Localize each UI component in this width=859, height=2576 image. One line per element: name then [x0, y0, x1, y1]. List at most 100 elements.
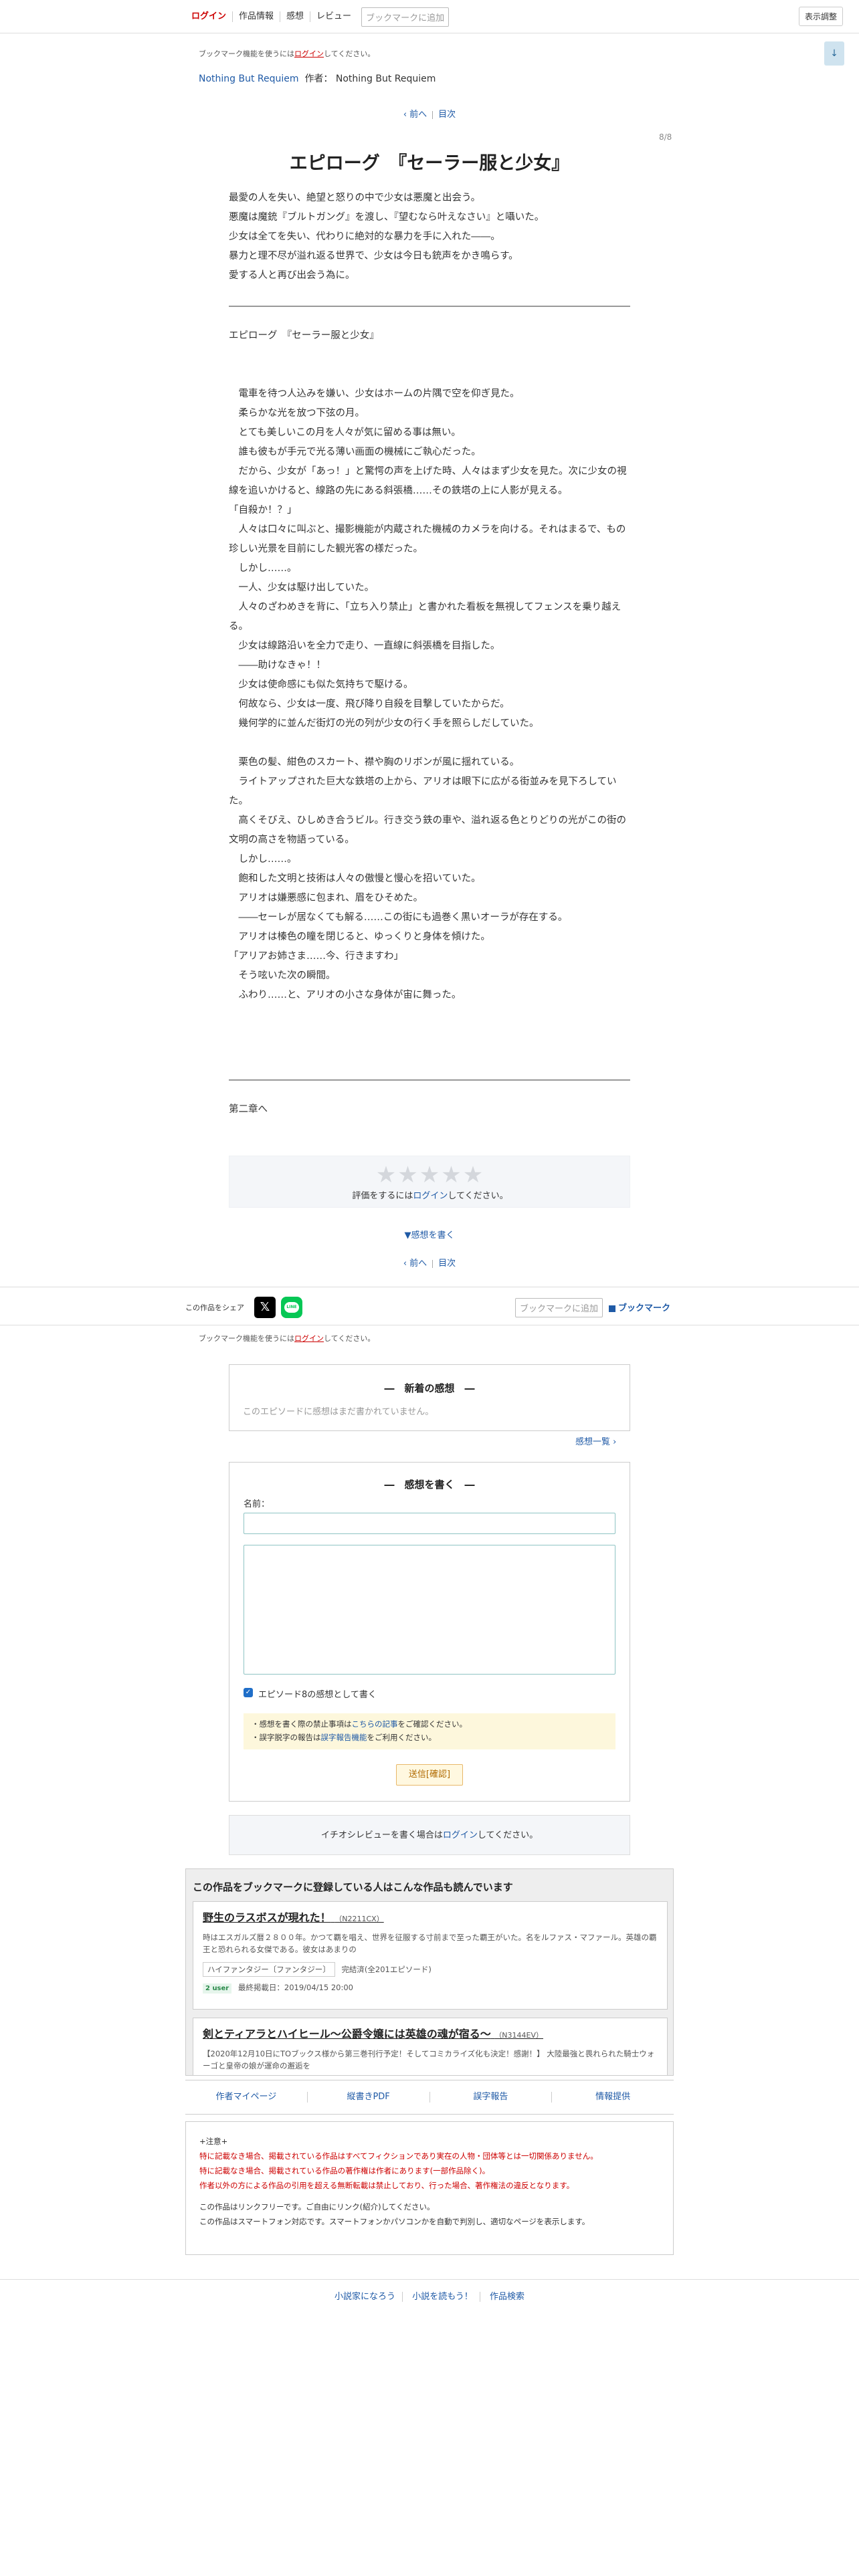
author-name: Nothing But Requiem	[335, 74, 436, 84]
series-title-link[interactable]: Nothing But Requiem	[199, 74, 299, 84]
body-line: アリオは嫌悪感に包まれ、眉をひそめた。	[229, 893, 423, 903]
body-line: 「アリアお姉さま……今、行きますわ」	[229, 951, 403, 962]
chapter-title: エピローグ 『セーラー服と少女』	[289, 153, 570, 174]
share-label: この作品をシェア	[185, 1303, 244, 1312]
preface-line: 少女は全てを失い、代わりに絶対的な暴力を手に入れた――。	[229, 231, 500, 242]
search-link[interactable]: 作品検索	[483, 2292, 531, 2302]
review-login-link[interactable]: ログイン	[443, 1830, 478, 1840]
recommendation-code: （N3144EV）	[494, 2031, 544, 2040]
impressions-list-link[interactable]: 感想一覧 ›	[575, 1434, 616, 1447]
rating-stars[interactable]: ★★★★★	[229, 1162, 631, 1188]
submit-button[interactable]: 送信[確認]	[396, 1764, 463, 1786]
legal-red-line: 特に記載なき場合、掲載されている作品の著作権は作者にあります(一部作品除く)。	[199, 2166, 490, 2175]
vertical-pdf-link[interactable]: 縦書きPDF	[308, 2092, 430, 2103]
share-bar: この作品をシェア 𝕏 LINE ブックマークに追加 ブックマーク	[0, 1287, 859, 1325]
recommendation-title-text: 剣とティアラとハイヒール〜公爵令嬢には英雄の魂が宿る〜	[203, 2028, 491, 2040]
body-line: 「自殺か！？」	[229, 505, 297, 516]
recommendation-card[interactable]: 剣とティアラとハイヒール〜公爵令嬢には英雄の魂が宿る〜 （N3144EV） 【2…	[193, 2018, 668, 2075]
body-line: とても美しいこの月を人々が気に留める事は無い。	[229, 427, 461, 438]
bookmark-add-button[interactable]: ブックマークに追加	[515, 1298, 603, 1317]
info-provide-link[interactable]: 情報提供	[552, 2092, 674, 2103]
prev-link[interactable]: ‹ 前へ	[398, 110, 432, 120]
recommendation-title-text: 野生のラスボスが現れた！	[203, 1911, 331, 1924]
name-field[interactable]	[244, 1513, 615, 1534]
body-line: 柔らかな光を放つ下弦の月。	[229, 408, 365, 419]
bookmark-add-button[interactable]: ブックマークに追加	[361, 7, 450, 27]
recommendation-code: （N2211CX）	[335, 1915, 384, 1923]
next-chapter-link[interactable]: 第二章へ	[229, 1100, 630, 1119]
body-line: だから、少女が「あっ！」と驚愕の声を上げた時、人々はまず少女を見た。次に少女の視…	[229, 466, 627, 496]
login-note-link[interactable]: ログイン	[294, 49, 324, 58]
divider	[229, 306, 630, 307]
body-line: 少女は使命感にも似た気持ちで駆ける。	[229, 679, 413, 690]
toc-link[interactable]: 目次	[433, 110, 461, 120]
review-box: イチオシレビューを書く場合はログインしてください。	[229, 1815, 630, 1855]
pager-top: ‹ 前へ 目次	[0, 107, 859, 120]
preface: 最愛の人を失い、絶望と怒りの中で少女は悪魔と出会う。 悪魔は魔銃『ブルトガング』…	[229, 189, 630, 286]
display-settings-button[interactable]: 表示調整	[799, 7, 844, 26]
recommendation-desc: 【2020年12月10日にTOブックス様から第三巻刊行予定！そしてコミカライズ化…	[203, 2049, 655, 2070]
body-line: 電車を待つ人込みを嫌い、少女はホームの片隅で空を仰ぎ見た。	[229, 389, 520, 399]
notice-text: ・誤字脱字の報告は	[252, 1733, 321, 1742]
impression-textarea[interactable]	[244, 1545, 615, 1675]
rating-text-after: してください。	[448, 1191, 508, 1201]
login-note: ブックマーク機能を使うにはログインしてください。	[199, 48, 375, 59]
review-text: イチオシレビューを書く場合は	[320, 1830, 443, 1840]
notice-text: をご利用ください。	[367, 1733, 437, 1742]
bottom-links: 小説家になろう 小説を読もう！ 作品検索	[0, 2279, 859, 2302]
rating-message: 評価をするにはログインしてください。	[229, 1188, 631, 1201]
login-note-link[interactable]: ログイン	[294, 1334, 324, 1343]
preface-line: 悪魔は魔銃『ブルトガング』を渡し、『望むなら叶えなさい』と囁いた。	[229, 212, 545, 223]
author-label: 作者：	[304, 74, 333, 84]
arrow-down-icon[interactable]: ↓	[824, 41, 844, 66]
toc-link[interactable]: 目次	[433, 1259, 461, 1269]
recommendation-desc: 時はエスガルズ暦２８００年。かつて覇を唱え、世界を征服する寸前まで至った覇王がい…	[203, 1933, 657, 1954]
legal-line: この作品はリンクフリーです。ご自由にリンク(紹介)してください。	[199, 2202, 435, 2212]
body-line: ――助けなきゃ！！	[229, 660, 326, 671]
page-number: 8/8	[659, 132, 672, 142]
body-line: 幾何学的に並んだ街灯の光の列が少女の行く手を照らしだしていた。	[229, 718, 539, 729]
nav-reviews[interactable]: レビュー	[310, 11, 357, 22]
footer-nav: 作者マイページ 縦書きPDF 誤字報告 情報提供	[185, 2080, 674, 2115]
preface-line: 愛する人と再び出会う為に。	[229, 270, 355, 281]
recommendations: この作品をブックマークに登録している人はこんな作品も読んでいます 野生のラスボス…	[185, 1868, 674, 2076]
rating-login-link[interactable]: ログイン	[413, 1191, 448, 1201]
rating-box: ★★★★★ 評価をするにはログインしてください。	[229, 1156, 630, 1208]
recommendation-card[interactable]: 野生のラスボスが現れた！ （N2211CX） 時はエスガルズ暦２８００年。かつて…	[193, 1901, 668, 2010]
bookmark-button[interactable]: ブックマーク	[609, 1301, 670, 1313]
bookmark-icon	[609, 1305, 615, 1312]
recommendation-title[interactable]: 野生のラスボスが現れた！ （N2211CX）	[203, 1909, 658, 1925]
typo-report-link[interactable]: 誤字報告	[430, 2092, 553, 2103]
preface-line: 暴力と理不尽が溢れ返る世界で、少女は今日も銃声をかき鳴らす。	[229, 251, 518, 261]
login-link[interactable]: ログイン	[185, 11, 233, 22]
impression-notice: ・感想を書く際の禁止事項はこちらの記事をご確認ください。 ・誤字脱字の報告は誤字…	[244, 1713, 615, 1749]
recommendation-title[interactable]: 剣とティアラとハイヒール〜公爵令嬢には英雄の魂が宿る〜 （N3144EV）	[203, 2025, 658, 2041]
legal-red-line: 作者以外の方による作品の引用を超える無断転載は禁止しており、行った場合、著作権法…	[199, 2181, 575, 2190]
body-line	[229, 734, 630, 753]
body-line: ――セーレが居なくても解る……この街にも過巻く黒いオーラが存在する。	[229, 912, 568, 923]
preface-line: 最愛の人を失い、絶望と怒りの中で少女は悪魔と出会う。	[229, 193, 481, 203]
read-novels-link[interactable]: 小説を読もう！	[405, 2292, 480, 2302]
body-line: しかし……。	[229, 563, 297, 574]
login-note-text-after: してください。	[324, 49, 375, 58]
x-logo-icon[interactable]: 𝕏	[254, 1297, 276, 1318]
line-logo-icon[interactable]: LINE	[281, 1297, 302, 1318]
body-line: ライトアップされた巨大な鉄塔の上から、アリオは眼下に広がる街並みを見下ろしていた…	[229, 776, 617, 807]
rules-article-link[interactable]: こちらの記事	[352, 1719, 398, 1729]
review-text-after: してください。	[477, 1830, 539, 1840]
bookmark-label: ブックマーク	[618, 1303, 671, 1313]
nav-impressions[interactable]: 感想	[280, 11, 311, 22]
author-mypage-link[interactable]: 作者マイページ	[185, 2092, 308, 2103]
genre-tag[interactable]: ハイファンタジー〔ファンタジー〕	[203, 1962, 335, 1977]
body-line: 高くそびえ、ひしめき合うビル。行き交う鉄の車や、溢れ返る色とりどりの光がこの街の…	[229, 815, 627, 845]
site-top-link[interactable]: 小説家になろう	[328, 2292, 403, 2302]
latest-impressions-box: ― 新着の感想 ― このエピソードに感想はまだ書かれていません。	[229, 1364, 630, 1431]
typo-report-link[interactable]: 誤字報告機能	[321, 1733, 367, 1742]
prev-link[interactable]: ‹ 前へ	[398, 1259, 432, 1269]
episode-checkbox[interactable]: ✓	[244, 1688, 253, 1697]
rating-text: 評価をするには	[352, 1191, 413, 1201]
notice-text: をご確認ください。	[397, 1719, 468, 1729]
write-impression-link[interactable]: ▼感想を書く	[0, 1228, 859, 1241]
nav-work-info[interactable]: 作品情報	[233, 11, 281, 22]
line-logo-text: LINE	[284, 1302, 299, 1313]
